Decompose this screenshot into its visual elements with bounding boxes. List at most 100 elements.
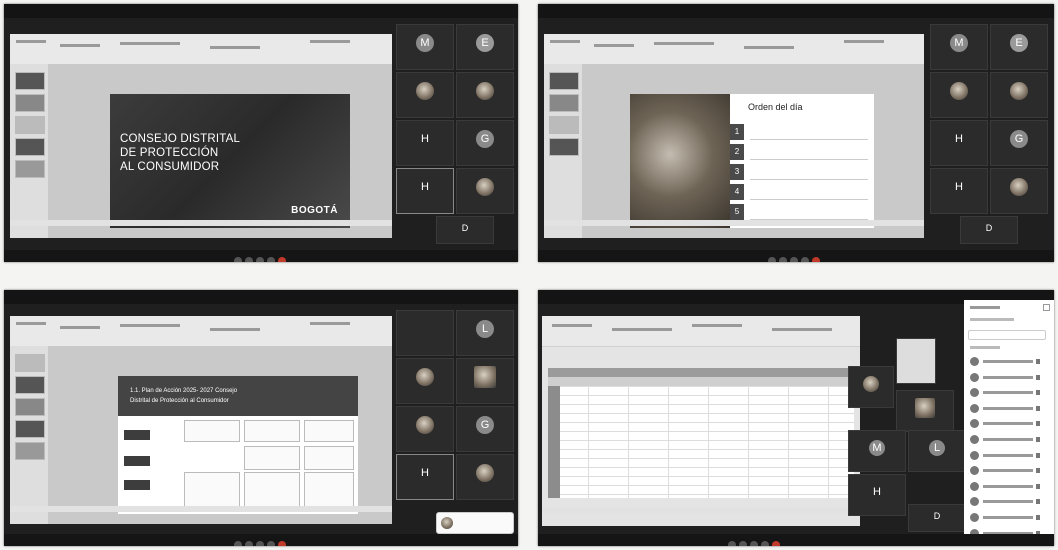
leave-call-button[interactable]	[772, 541, 780, 546]
slide-thumbnail[interactable]	[15, 72, 45, 90]
slide-thumbnail[interactable]	[15, 420, 45, 438]
participant-tile[interactable]: G	[990, 120, 1048, 166]
slide-thumbnail[interactable]	[15, 160, 45, 178]
participant-tile[interactable]	[456, 454, 514, 500]
slide-thumbnail[interactable]	[549, 116, 579, 134]
action-plan-slide[interactable]: 1.1. Plan de Acción 2025- 2027 Consejo D…	[118, 376, 358, 514]
participant-tile[interactable]: L	[456, 310, 514, 356]
share-button[interactable]	[790, 257, 798, 262]
participant-tile[interactable]	[396, 406, 454, 452]
slide-thumbnails[interactable]	[544, 64, 582, 238]
mic-button[interactable]	[728, 541, 736, 546]
participant-tile[interactable]: G	[456, 120, 514, 166]
slide-thumbnail[interactable]	[15, 138, 45, 156]
participant-row[interactable]	[964, 432, 1054, 448]
close-icon[interactable]	[1043, 304, 1050, 311]
participant-row[interactable]	[964, 510, 1054, 526]
mic-icon[interactable]	[1036, 499, 1040, 505]
participant-tile[interactable]: D	[908, 504, 966, 532]
participant-tile[interactable]: H	[396, 168, 454, 214]
mic-icon[interactable]	[1036, 421, 1040, 427]
participant-tile[interactable]	[848, 366, 894, 408]
participant-tile[interactable]	[896, 338, 936, 384]
participant-tile[interactable]	[990, 168, 1048, 214]
participant-tile[interactable]	[396, 72, 454, 118]
participant-tile[interactable]	[396, 358, 454, 404]
participant-row[interactable]	[964, 354, 1054, 370]
slide-thumbnail[interactable]	[15, 94, 45, 112]
participant-tile[interactable]	[990, 72, 1048, 118]
more-button[interactable]	[267, 541, 275, 546]
mic-button[interactable]	[234, 541, 242, 546]
participant-tile[interactable]: H	[930, 168, 988, 214]
participant-row[interactable]	[964, 416, 1054, 432]
participant-tile[interactable]: G	[456, 406, 514, 452]
share-invite-link[interactable]	[970, 318, 1014, 321]
ribbon[interactable]	[544, 34, 924, 65]
slide-thumbnail[interactable]	[549, 94, 579, 112]
camera-button[interactable]	[245, 541, 253, 546]
ribbon[interactable]	[10, 316, 392, 347]
slide-thumbnail[interactable]	[15, 116, 45, 134]
leave-call-button[interactable]	[812, 257, 820, 262]
ribbon[interactable]	[542, 316, 860, 347]
participant-tile[interactable]	[930, 72, 988, 118]
cover-slide[interactable]: CONSEJO DISTRITAL DE PROTECCIÓN AL CONSU…	[110, 94, 350, 228]
participant-row[interactable]	[964, 479, 1054, 495]
participant-row[interactable]	[964, 370, 1054, 386]
participant-tile[interactable]	[896, 390, 954, 432]
leave-call-button[interactable]	[278, 257, 286, 262]
mic-icon[interactable]	[1036, 359, 1040, 364]
camera-button[interactable]	[245, 257, 253, 262]
more-button[interactable]	[761, 541, 769, 546]
mic-icon[interactable]	[1036, 452, 1040, 458]
participant-tile[interactable]: E	[456, 24, 514, 70]
participant-tile[interactable]: L	[908, 430, 966, 472]
participant-row[interactable]	[964, 401, 1054, 417]
participant-tile[interactable]: D	[960, 216, 1018, 244]
participant-tile[interactable]: M	[396, 24, 454, 70]
participant-tile[interactable]: H	[930, 120, 988, 166]
mic-icon[interactable]	[1036, 436, 1040, 442]
participant-row[interactable]	[964, 448, 1054, 464]
mic-icon[interactable]	[1036, 514, 1040, 520]
participant-tile[interactable]: H	[396, 454, 454, 500]
slide-thumbnail[interactable]	[15, 398, 45, 416]
participant-tile[interactable]: H	[848, 474, 906, 516]
participant-row[interactable]	[964, 463, 1054, 479]
share-button[interactable]	[256, 257, 264, 262]
participant-tile[interactable]: H	[396, 120, 454, 166]
participant-tile[interactable]	[396, 310, 454, 356]
join-notification[interactable]	[436, 512, 514, 534]
participant-tile[interactable]: M	[930, 24, 988, 70]
mic-icon[interactable]	[1036, 468, 1040, 474]
spreadsheet[interactable]	[548, 368, 854, 498]
mic-button[interactable]	[768, 257, 776, 262]
slide-thumbnail[interactable]	[15, 354, 45, 372]
camera-button[interactable]	[779, 257, 787, 262]
ribbon[interactable]	[10, 34, 392, 65]
slide-thumbnail[interactable]	[549, 138, 579, 156]
camera-button[interactable]	[739, 541, 747, 546]
participant-row[interactable]	[964, 385, 1054, 401]
participant-tile[interactable]: D	[436, 216, 494, 244]
slide-thumbnail[interactable]	[15, 376, 45, 394]
mic-icon[interactable]	[1036, 374, 1040, 380]
mic-icon[interactable]	[1036, 483, 1040, 489]
agenda-slide[interactable]: Orden del día 1 2 3 4 5	[630, 94, 874, 228]
participant-tile[interactable]: E	[990, 24, 1048, 70]
mic-button[interactable]	[234, 257, 242, 262]
leave-call-button[interactable]	[278, 541, 286, 546]
share-button[interactable]	[256, 541, 264, 546]
participant-tile[interactable]: M	[848, 430, 906, 472]
more-button[interactable]	[267, 257, 275, 262]
search-input[interactable]	[968, 330, 1046, 340]
participant-tile[interactable]	[456, 358, 514, 404]
participant-tile[interactable]	[456, 72, 514, 118]
slide-thumbnails[interactable]	[10, 64, 48, 238]
mic-icon[interactable]	[1036, 390, 1040, 396]
more-button[interactable]	[801, 257, 809, 262]
participant-tile[interactable]	[456, 168, 514, 214]
mic-icon[interactable]	[1036, 405, 1040, 411]
participant-row[interactable]	[964, 494, 1054, 510]
